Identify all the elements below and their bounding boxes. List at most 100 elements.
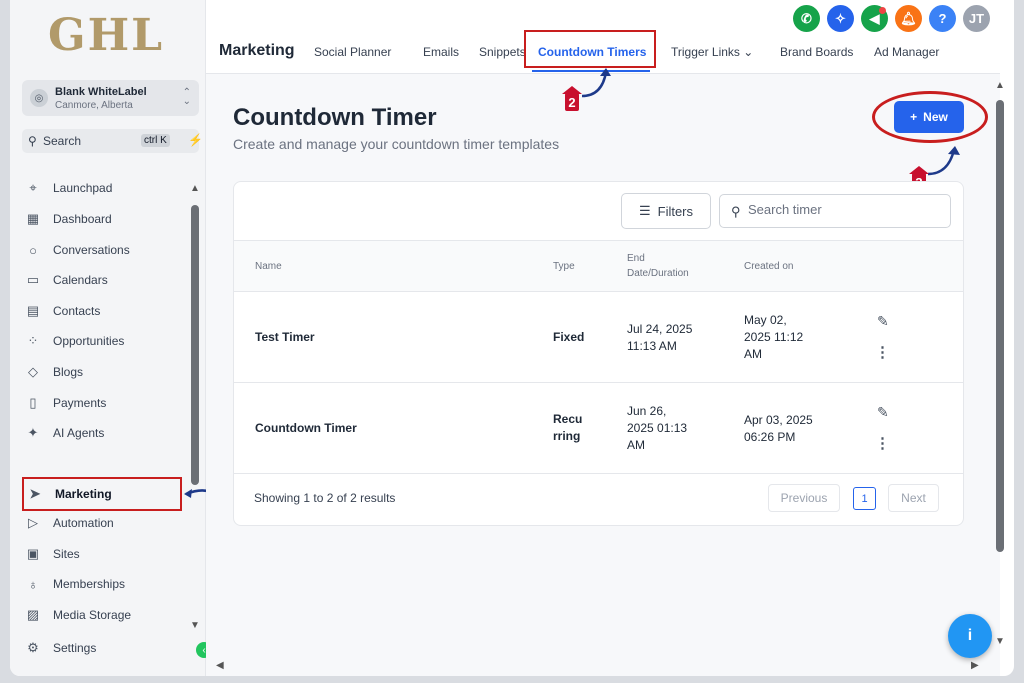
- tab-trigger-links[interactable]: Trigger Links ⌄: [671, 45, 753, 59]
- sidebar-item-memberships[interactable]: ♁ Memberships: [24, 571, 184, 597]
- tab-brand-boards[interactable]: Brand Boards: [780, 45, 853, 59]
- more-options-icon[interactable]: ⋮: [875, 434, 890, 452]
- sidebar-item-automation[interactable]: ▷ Automation: [24, 510, 184, 536]
- table-row[interactable]: Countdown Timer Recu rring Jun 26, 2025 …: [234, 383, 963, 474]
- sidebar-item-marketing[interactable]: ➤ Marketing: [22, 477, 182, 511]
- bell-icon[interactable]: 🔔︎: [895, 5, 922, 32]
- scroll-right-icon[interactable]: ▶: [971, 660, 979, 671]
- tab-social-planner[interactable]: Social Planner: [314, 45, 391, 59]
- megaphone-icon[interactable]: ◀: [861, 5, 888, 32]
- sidebar-item-dashboard[interactable]: ▦ Dashboard: [24, 206, 184, 232]
- sidebar-item-label: Blogs: [53, 365, 84, 379]
- sidebar-item-ai-agents[interactable]: ✦ AI Agents: [24, 420, 184, 446]
- sidebar-item-label: Marketing: [55, 487, 112, 501]
- contacts-icon: ▤: [26, 303, 40, 318]
- filter-icon: ☰: [638, 203, 651, 218]
- tab-snippets[interactable]: Snippets: [479, 45, 526, 59]
- page-subtitle: Create and manage your countdown timer t…: [233, 136, 560, 152]
- sidebar-scrollbar[interactable]: [191, 205, 199, 485]
- more-options-icon[interactable]: ⋮: [875, 343, 890, 361]
- sidebar-item-contacts[interactable]: ▤ Contacts: [24, 298, 184, 324]
- gear-icon: ⚙: [27, 640, 39, 655]
- search-icon: ⚲: [731, 204, 741, 219]
- scroll-up-icon[interactable]: ▲: [190, 183, 200, 194]
- sidebar-item-blogs[interactable]: ◇ Blogs: [24, 359, 184, 385]
- next-page-button[interactable]: Next: [888, 484, 939, 512]
- brand-logo: GHL: [48, 10, 165, 61]
- main-scrollbar[interactable]: [996, 100, 1004, 552]
- timer-end: Jul 24, 2025 11:13 AM: [627, 322, 693, 353]
- sidebar-item-calendars[interactable]: ▭ Calendars: [24, 267, 184, 293]
- help-icon[interactable]: ?: [929, 5, 956, 32]
- account-name: Blank WhiteLabel: [55, 86, 147, 98]
- scroll-down-icon[interactable]: ▼: [995, 636, 1005, 647]
- chevron-down-icon: ⌄: [743, 45, 754, 59]
- plus-icon: +: [910, 110, 918, 124]
- phone-icon[interactable]: ✆: [793, 5, 820, 32]
- edit-icon[interactable]: ✎: [877, 404, 889, 421]
- image-icon: ▨: [26, 607, 40, 622]
- magic-icon[interactable]: ✧: [827, 5, 854, 32]
- sidebar-item-settings[interactable]: ⚙ Settings: [24, 635, 184, 661]
- timer-name[interactable]: Test Timer: [255, 329, 315, 346]
- play-icon: ▷: [28, 515, 38, 530]
- table-header: Name Type End Date/Duration Created on: [234, 240, 963, 292]
- scroll-left-icon[interactable]: ◀: [216, 660, 224, 671]
- new-button-label: New: [923, 110, 948, 124]
- sidebar-item-sites[interactable]: ▣ Sites: [24, 541, 184, 567]
- scroll-up-icon[interactable]: ▲: [995, 80, 1005, 91]
- cube-icon: ◇: [28, 364, 38, 379]
- account-avatar-icon: ◎: [30, 89, 48, 107]
- new-timer-button[interactable]: + New: [894, 101, 964, 133]
- page-number-button[interactable]: 1: [853, 487, 876, 510]
- sidebar-item-payments[interactable]: ▯ Payments: [24, 390, 184, 416]
- pagination-summary: Showing 1 to 2 of 2 results: [254, 491, 396, 505]
- opportunities-icon: ⁘: [27, 333, 39, 348]
- sidebar-item-opportunities[interactable]: ⁘ Opportunities: [24, 328, 184, 354]
- search-timer-field[interactable]: ⚲: [719, 194, 951, 228]
- sidebar-item-label: Conversations: [53, 243, 130, 257]
- step-marker-2: 2: [562, 86, 582, 111]
- avatar[interactable]: JT: [963, 5, 990, 32]
- bolt-icon[interactable]: ⚡: [188, 133, 203, 147]
- sidebar-item-label: Launchpad: [53, 181, 113, 195]
- sidebar-item-label: Payments: [53, 396, 107, 410]
- page-title: Countdown Timer: [233, 104, 437, 131]
- timer-created: May 02, 2025 11:12 AM: [744, 313, 804, 361]
- sidebar-item-label: Contacts: [53, 304, 101, 318]
- timer-end: Jun 26, 2025 01:13 AM: [627, 404, 688, 452]
- timer-type: Fixed: [553, 330, 585, 344]
- sidebar-item-media-storage[interactable]: ▨ Media Storage: [24, 602, 184, 628]
- table-row[interactable]: Test Timer Fixed Jul 24, 2025 11:13 AM M…: [234, 292, 963, 383]
- search-label: Search: [43, 134, 82, 148]
- sidebar: GHL ◎ Blank WhiteLabel Canmore, Alberta …: [10, 0, 238, 676]
- previous-page-button[interactable]: Previous: [768, 484, 840, 512]
- column-name: Name: [255, 261, 282, 272]
- timer-type: Recu rring: [553, 412, 583, 443]
- arrow-annotation-3: [927, 146, 960, 176]
- payments-icon: ▯: [29, 395, 37, 410]
- sidebar-item-conversations[interactable]: ○ Conversations: [24, 237, 184, 263]
- sites-icon: ▣: [26, 546, 40, 561]
- arrow-annotation-2: [581, 68, 611, 98]
- filters-button[interactable]: ☰ Filters: [621, 193, 711, 229]
- timer-created: Apr 03, 2025 06:26 PM: [744, 413, 813, 444]
- highlight-box-tab: [524, 30, 656, 68]
- badge-icon: ♁: [28, 576, 38, 592]
- edit-icon[interactable]: ✎: [877, 313, 889, 330]
- chat-icon: ○: [29, 242, 37, 258]
- shortcut-badge: ctrl K: [141, 134, 170, 147]
- timer-name[interactable]: Countdown Timer: [255, 420, 357, 437]
- tab-ad-manager[interactable]: Ad Manager: [874, 45, 939, 59]
- account-switcher[interactable]: ◎ Blank WhiteLabel Canmore, Alberta ⌃ ⌄: [22, 80, 199, 116]
- sidebar-item-launchpad[interactable]: ⌖ Launchpad: [24, 175, 184, 201]
- search-timer-input[interactable]: [748, 202, 938, 217]
- account-location: Canmore, Alberta: [55, 100, 133, 111]
- tab-emails[interactable]: Emails: [423, 45, 459, 59]
- notification-dot: [879, 7, 886, 14]
- sidebar-search[interactable]: ⚲ Search ctrl K ⚡: [22, 129, 203, 153]
- sidebar-item-label: Sites: [53, 547, 80, 561]
- main-content: 2 Countdown Timer Create and manage your…: [206, 68, 1000, 676]
- chat-widget-icon[interactable]: i: [948, 614, 992, 658]
- scroll-down-icon[interactable]: ▼: [190, 620, 200, 631]
